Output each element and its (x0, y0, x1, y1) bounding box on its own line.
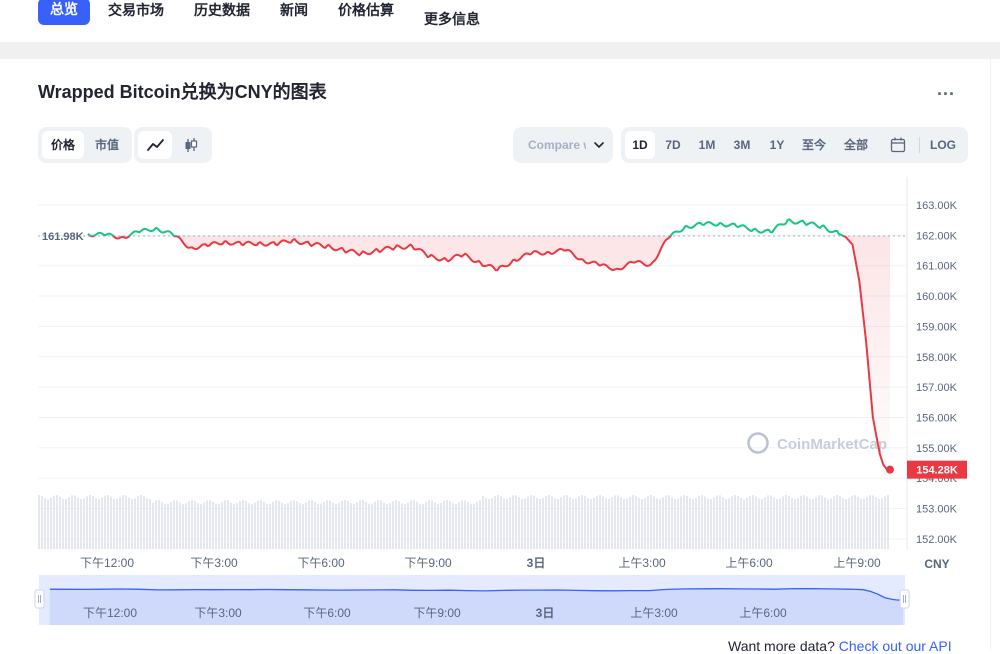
navigator-tick-label: 下午9:00 (413, 606, 461, 620)
navigator-right-handle[interactable] (899, 589, 910, 609)
api-promo-text: Want more data? (728, 638, 835, 654)
navigator-left-handle[interactable] (34, 589, 45, 609)
navigator-tick-label: 上午3:00 (630, 606, 678, 620)
range-navigator: 下午12:00 下午3:00 下午6:00 下午9:00 3日 上午3:00 上午6:00 (34, 575, 910, 625)
api-promo: Want more data? Check out our API (728, 638, 952, 654)
navigator-tick-label: 下午3:00 (194, 606, 242, 620)
navigator-tick-label: 3日 (536, 606, 555, 620)
navigator-tick-label: 上午6:00 (739, 606, 787, 620)
api-link[interactable]: Check out our API (839, 638, 952, 654)
navigator-tick-label: 下午12:00 (83, 606, 137, 620)
navigator-tick-label: 下午6:00 (303, 606, 351, 620)
